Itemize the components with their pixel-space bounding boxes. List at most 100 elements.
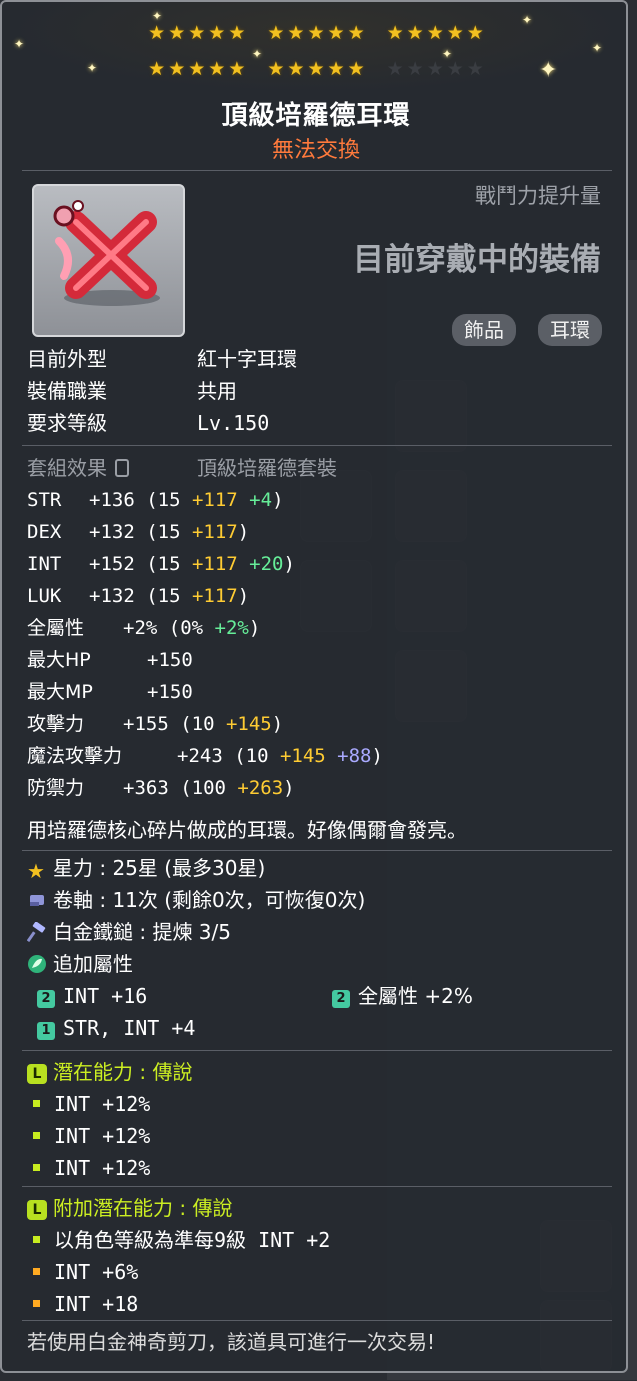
potential-text: INT +18 — [54, 1292, 139, 1316]
stat-star: +4 — [237, 489, 273, 511]
category-tag: 飾品 — [452, 314, 516, 346]
star-icon: ★ — [307, 58, 325, 80]
tier-2-badge: 2 — [37, 990, 55, 1008]
star-icon: ★ — [188, 22, 206, 44]
star-icon: ★ — [168, 58, 186, 80]
stat-total: +155 — [123, 713, 169, 735]
sparkle-icon: ✦ — [14, 37, 25, 51]
bonus-stat-text: 全屬性 +2% — [358, 984, 473, 1008]
stat-star: +20 — [237, 553, 284, 575]
sparkle-icon: ✦ — [152, 9, 163, 23]
potential-line: INT +12% — [27, 1154, 150, 1182]
stat-total: +132 — [89, 521, 135, 543]
tier-1-badge: 1 — [37, 1022, 55, 1040]
stat-row: INT +152 (15 +117 +20) — [27, 550, 295, 578]
stat-close: ) — [271, 713, 284, 735]
bullet-icon — [33, 1132, 40, 1139]
stat-flame: +117 — [180, 585, 238, 607]
star-icon: ★ — [27, 859, 45, 883]
set-effect-row[interactable]: 套組效果 頂級培羅德套裝 — [27, 454, 337, 482]
sparkle-icon: ✦ — [522, 13, 533, 27]
stat-total: +243 — [177, 745, 223, 767]
stat-name: STR — [27, 489, 62, 511]
stat-row: 攻擊力 +155 (10 +145) — [27, 710, 283, 738]
stat-total: +2% — [123, 617, 158, 639]
potential-title: 潛在能力 : 傳說 — [53, 1060, 193, 1084]
leaf-icon — [28, 955, 46, 973]
tier-2-badge: 2 — [332, 990, 350, 1008]
level-row: 要求等級 Lv.150 — [27, 409, 269, 437]
item-tooltip: ★ ★ ★ ★ ★ ★ ★ ★ ★ ★ ★ ★ ★ ★ ★ ★ ★ ★ ★ ★ ★ ★ ★ ★ ★ ★ ★ ★ ★ ★ ✦ ✦ ✦ ✦ … — [0, 0, 630, 1373]
star-icon: ★ — [446, 58, 464, 80]
star-icon: ★ — [347, 22, 365, 44]
potential-text: 以角色等級為準每9級 INT +2 — [54, 1228, 331, 1252]
potential-text: INT +12% — [54, 1124, 151, 1148]
trade-status: 無法交換 — [271, 138, 360, 163]
bonus-stats-title: 追加屬性 — [53, 952, 133, 976]
star-force-text: 星力 : 25星 (最多30星) — [53, 856, 266, 880]
star-icon: ★ — [466, 58, 484, 80]
sparkle-icon: ✦ — [87, 61, 98, 75]
potential-title-row: L 潛在能力 : 傳說 — [27, 1058, 192, 1086]
divider — [22, 445, 612, 446]
star-icon: ★ — [168, 22, 186, 44]
job-label: 裝備職業 — [27, 379, 107, 403]
stat-close: ) — [283, 777, 295, 799]
job-row: 裝備職業 共用 — [27, 377, 237, 405]
star-icon: ★ — [406, 58, 424, 80]
stat-close: ) — [237, 585, 250, 607]
bonus-stat-text: STR, INT +4 — [63, 1016, 196, 1040]
appearance-row: 目前外型 紅十字耳環 — [27, 345, 297, 373]
hammer-row: 白金鐵鎚 : 提煉 3/5 — [27, 918, 231, 946]
additional-potential-title: 附加潛在能力 : 傳說 — [53, 1196, 233, 1220]
sparkle-icon: ✦ — [539, 58, 558, 83]
set-effect-label: 套組效果 — [27, 456, 107, 480]
star-icon: ★ — [208, 58, 226, 80]
category-tag: 耳環 — [538, 314, 602, 346]
star-icon: ★ — [267, 58, 285, 80]
star-icon: ★ — [188, 58, 206, 80]
stat-name: 防禦力 — [27, 777, 85, 799]
stat-row: 防禦力 +363 (100 +263) — [27, 774, 295, 802]
potential-text: INT +6% — [54, 1260, 139, 1284]
stat-total: +136 — [89, 489, 135, 511]
legendary-badge-icon: L — [27, 1064, 47, 1084]
potential-line: INT +18 — [27, 1290, 138, 1318]
item-description: 用培羅德核心碎片做成的耳環。好像偶爾會發亮。 — [27, 818, 467, 842]
star-icon: ★ — [466, 22, 484, 44]
stat-close: ) — [237, 521, 250, 543]
star-group: ★ ★ ★ ★ ★ — [387, 60, 484, 79]
star-group: ★ ★ ★ ★ ★ — [267, 24, 364, 43]
star-icon: ★ — [228, 22, 246, 44]
star-group: ★ ★ ★ ★ ★ — [148, 60, 245, 79]
stat-base: (15 — [134, 521, 181, 543]
level-value: Lv.150 — [197, 411, 270, 435]
potential-line: INT +12% — [27, 1090, 150, 1118]
star-icon: ★ — [386, 22, 404, 44]
star-icon: ★ — [267, 22, 285, 44]
appearance-label: 目前外型 — [27, 347, 107, 371]
stat-row: LUK +132 (15 +117) — [27, 582, 249, 610]
stat-close: ) — [283, 553, 295, 575]
scroll-icon — [30, 895, 44, 906]
star-icon: ★ — [426, 22, 444, 44]
divider — [22, 1050, 612, 1051]
stat-close: ) — [248, 617, 261, 639]
sparkle-icon: ✦ — [252, 47, 263, 61]
star-icon: ★ — [228, 58, 246, 80]
stat-close: ) — [272, 489, 284, 511]
hammer-icon — [27, 922, 46, 942]
stat-flame: +117 — [180, 553, 238, 575]
item-name: 頂級培羅德耳環 — [221, 101, 411, 131]
stat-flame: +145 — [268, 745, 326, 767]
stat-name: 最大MP — [27, 681, 93, 703]
stat-name: DEX — [27, 521, 62, 543]
bullet-icon — [33, 1236, 40, 1243]
stat-row: 最大HP +150 — [27, 646, 193, 674]
bonus-stat: 2 全屬性 +2% — [332, 982, 473, 1010]
lock-icon — [115, 459, 129, 477]
star-icon: ★ — [386, 58, 404, 80]
star-icon: ★ — [446, 22, 464, 44]
star-icon: ★ — [287, 22, 305, 44]
bullet-icon — [33, 1300, 40, 1307]
